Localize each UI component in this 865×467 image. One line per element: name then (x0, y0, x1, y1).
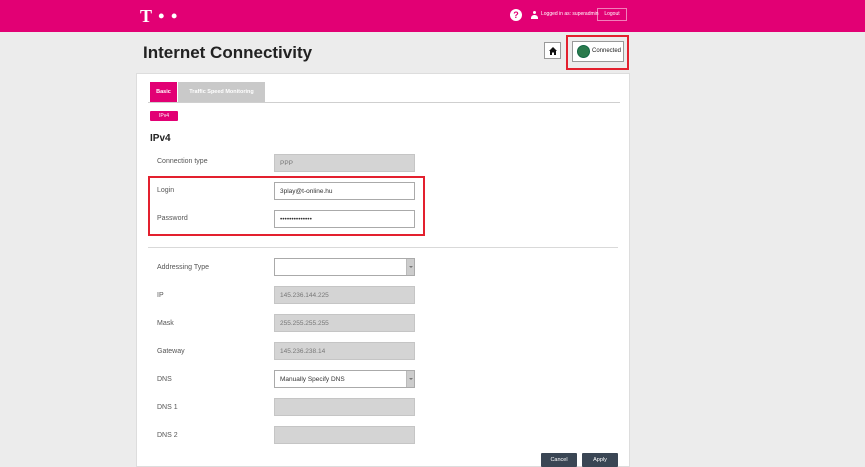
apply-button[interactable]: Apply (582, 453, 618, 467)
telekom-logo[interactable]: T • • (140, 6, 178, 27)
connection-type-field: PPP (274, 154, 415, 172)
ip-field: 145.236.144.225 (274, 286, 415, 304)
addressing-type-label: Addressing Type (157, 264, 210, 271)
cancel-button[interactable]: Cancel (541, 453, 577, 467)
dns-select-value: Manually Specify DNS (280, 376, 345, 383)
highlight-box-login (148, 176, 425, 236)
tab-traffic-speed-monitoring[interactable]: Traffic Speed Monitoring (178, 82, 265, 102)
chevron-down-icon (406, 371, 414, 387)
home-button[interactable] (544, 42, 561, 59)
dns2-input[interactable] (274, 426, 415, 444)
dns2-label: DNS 2 (157, 432, 178, 439)
mask-label: Mask (157, 320, 174, 327)
help-icon[interactable]: ? (510, 9, 522, 21)
dns-label: DNS (157, 376, 172, 383)
tab-basic[interactable]: Basic (150, 82, 177, 102)
gateway-label: Gateway (157, 348, 185, 355)
tab-divider (148, 102, 620, 103)
mask-field: 255.255.255.255 (274, 314, 415, 332)
user-icon (531, 11, 538, 19)
subtab-ipv4[interactable]: IPv4 (150, 111, 178, 121)
home-icon (549, 47, 557, 55)
section-divider (148, 247, 618, 248)
page-title: Internet Connectivity (143, 43, 313, 62)
gateway-field: 145.236.238.14 (274, 342, 415, 360)
logout-button[interactable]: Logout (597, 8, 627, 21)
highlight-box-connected (566, 35, 629, 70)
dns1-label: DNS 1 (157, 404, 178, 411)
section-title: IPv4 (150, 133, 171, 144)
chevron-down-icon (406, 259, 414, 275)
ip-label: IP (157, 292, 164, 299)
top-bar: T • • ? Logged in as: superadmin Logout (0, 0, 865, 32)
dns1-input[interactable] (274, 398, 415, 416)
logged-in-text: Logged in as: superadmin (541, 11, 599, 17)
connection-type-label: Connection type (157, 158, 208, 165)
addressing-type-select[interactable] (274, 258, 415, 276)
dns-select[interactable]: Manually Specify DNS (274, 370, 415, 388)
